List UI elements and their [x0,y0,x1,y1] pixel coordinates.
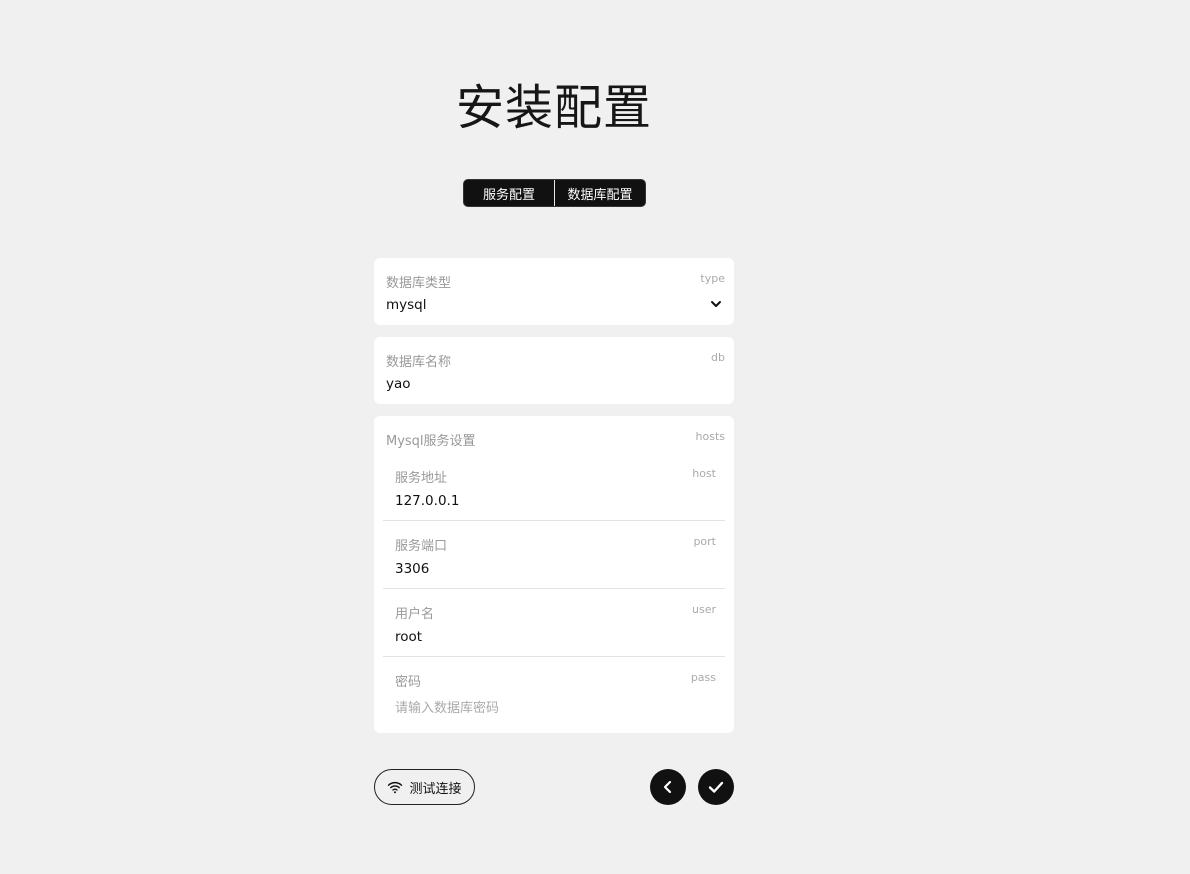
port-key: port [693,535,716,548]
password-field[interactable]: 密码 pass 请输入数据库密码 [383,657,725,725]
page-title: 安装配置 [455,80,652,136]
port-field[interactable]: 服务端口 port 3306 [383,521,725,589]
tab-database-config[interactable]: 数据库配置 [555,180,645,206]
host-input[interactable]: 127.0.0.1 [395,493,459,509]
tab-service-config[interactable]: 服务配置 [464,180,554,206]
install-config-page: 安装配置 服务配置 数据库配置 数据库类型 type mysql 数据库名称 d… [0,0,1190,874]
port-input[interactable]: 3306 [395,561,429,577]
host-field[interactable]: 服务地址 host 127.0.0.1 [383,453,725,521]
db-name-input[interactable]: yao [386,376,411,392]
db-type-label: 数据库类型 [386,276,452,291]
chevron-left-icon [663,780,672,794]
hosts-label: Mysql服务设置 [386,434,476,449]
test-connection-label: 测试连接 [409,781,462,797]
password-label: 密码 [395,675,422,690]
password-input[interactable]: 请输入数据库密码 [395,697,499,716]
port-label: 服务端口 [395,539,448,554]
wifi-icon [388,781,403,794]
db-type-select[interactable]: mysql [386,297,427,313]
host-label: 服务地址 [395,471,448,486]
config-tabs: 服务配置 数据库配置 [463,179,646,207]
hosts-key: hosts [695,430,725,443]
mysql-hosts-group: Mysql服务设置 hosts 服务地址 host 127.0.0.1 服务端口… [374,416,734,733]
db-type-field[interactable]: 数据库类型 type mysql [374,258,734,325]
back-button[interactable] [650,769,686,805]
db-name-field[interactable]: 数据库名称 db yao [374,337,734,404]
db-type-key: type [700,272,725,285]
user-key: user [692,603,716,616]
user-field[interactable]: 用户名 user root [383,589,725,657]
db-name-label: 数据库名称 [386,355,452,370]
host-key: host [692,467,716,480]
password-key: pass [690,671,716,684]
chevron-down-icon[interactable] [710,298,722,310]
user-input[interactable]: root [395,629,422,645]
test-connection-button[interactable]: 测试连接 [374,769,475,805]
confirm-button[interactable] [698,769,734,805]
db-name-key: db [711,351,725,364]
user-label: 用户名 [395,607,435,622]
check-icon [708,781,724,793]
